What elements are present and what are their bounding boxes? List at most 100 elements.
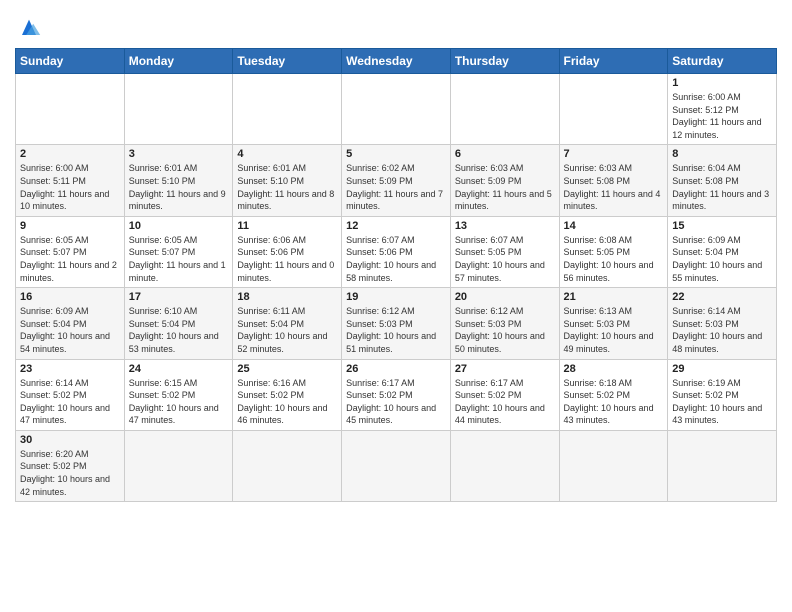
day-info: Sunrise: 6:16 AM Sunset: 5:02 PM Dayligh… bbox=[237, 377, 337, 427]
day-number: 23 bbox=[20, 363, 120, 375]
day-info: Sunrise: 6:05 AM Sunset: 5:07 PM Dayligh… bbox=[129, 234, 229, 284]
weekday-header-sunday: Sunday bbox=[16, 49, 125, 74]
calendar-cell: 25 Sunrise: 6:16 AM Sunset: 5:02 PM Dayli… bbox=[233, 359, 342, 430]
day-info: Sunrise: 6:11 AM Sunset: 5:04 PM Dayligh… bbox=[237, 305, 337, 355]
calendar-cell: 14Sunrise: 6:08 AM Sunset: 5:05 PM Dayli… bbox=[559, 216, 668, 287]
calendar-cell: 8 Sunrise: 6:04 AM Sunset: 5:08 PM Daylig… bbox=[668, 145, 777, 216]
day-info: Sunrise: 6:20 AM Sunset: 5:02 PM Dayligh… bbox=[20, 448, 120, 498]
calendar-cell: 15Sunrise: 6:09 AM Sunset: 5:04 PM Dayli… bbox=[668, 216, 777, 287]
calendar-cell: 7 Sunrise: 6:03 AM Sunset: 5:08 PM Daylig… bbox=[559, 145, 668, 216]
calendar-cell: 9 Sunrise: 6:05 AM Sunset: 5:07 PM Daylig… bbox=[16, 216, 125, 287]
day-number: 13 bbox=[455, 220, 555, 232]
day-number: 5 bbox=[346, 148, 446, 160]
calendar-cell: 6 Sunrise: 6:03 AM Sunset: 5:09 PM Daylig… bbox=[450, 145, 559, 216]
day-info: Sunrise: 6:13 AM Sunset: 5:03 PM Dayligh… bbox=[564, 305, 664, 355]
day-info: Sunrise: 6:10 AM Sunset: 5:04 PM Dayligh… bbox=[129, 305, 229, 355]
day-number: 17 bbox=[129, 291, 229, 303]
day-number: 4 bbox=[237, 148, 337, 160]
day-info: Sunrise: 6:01 AM Sunset: 5:10 PM Dayligh… bbox=[237, 162, 337, 212]
day-info: Sunrise: 6:07 AM Sunset: 5:05 PM Dayligh… bbox=[455, 234, 555, 284]
calendar-cell: 21 Sunrise: 6:13 AM Sunset: 5:03 PM Dayli… bbox=[559, 288, 668, 359]
day-number: 22 bbox=[672, 291, 772, 303]
day-number: 25 bbox=[237, 363, 337, 375]
day-info: Sunrise: 6:12 AM Sunset: 5:03 PM Dayligh… bbox=[455, 305, 555, 355]
day-number: 1 bbox=[672, 77, 772, 89]
calendar-cell: 2 Sunrise: 6:00 AM Sunset: 5:11 PM Daylig… bbox=[16, 145, 125, 216]
calendar-cell: 18 Sunrise: 6:11 AM Sunset: 5:04 PM Dayli… bbox=[233, 288, 342, 359]
calendar-cell: 16Sunrise: 6:09 AM Sunset: 5:04 PM Dayli… bbox=[16, 288, 125, 359]
day-number: 2 bbox=[20, 148, 120, 160]
calendar-cell bbox=[233, 74, 342, 145]
calendar: SundayMondayTuesdayWednesdayThursdayFrid… bbox=[15, 48, 777, 502]
calendar-cell: 30 Sunrise: 6:20 AM Sunset: 5:02 PM Dayli… bbox=[16, 430, 125, 501]
day-info: Sunrise: 6:12 AM Sunset: 5:03 PM Dayligh… bbox=[346, 305, 446, 355]
calendar-cell: 24Sunrise: 6:15 AM Sunset: 5:02 PM Dayli… bbox=[124, 359, 233, 430]
calendar-cell: 13 Sunrise: 6:07 AM Sunset: 5:05 PM Dayli… bbox=[450, 216, 559, 287]
day-number: 10 bbox=[129, 220, 229, 232]
calendar-cell: 5 Sunrise: 6:02 AM Sunset: 5:09 PM Daylig… bbox=[342, 145, 451, 216]
calendar-cell: 28Sunrise: 6:18 AM Sunset: 5:02 PM Dayli… bbox=[559, 359, 668, 430]
day-info: Sunrise: 6:01 AM Sunset: 5:10 PM Dayligh… bbox=[129, 162, 229, 212]
header bbox=[15, 10, 777, 42]
day-info: Sunrise: 6:09 AM Sunset: 5:04 PM Dayligh… bbox=[672, 234, 772, 284]
day-number: 11 bbox=[237, 220, 337, 232]
day-number: 21 bbox=[564, 291, 664, 303]
calendar-cell: 1 Sunrise: 6:00 AM Sunset: 5:12 PM Daylig… bbox=[668, 74, 777, 145]
calendar-cell bbox=[668, 430, 777, 501]
day-info: Sunrise: 6:18 AM Sunset: 5:02 PM Dayligh… bbox=[564, 377, 664, 427]
day-number: 16 bbox=[20, 291, 120, 303]
day-number: 14 bbox=[564, 220, 664, 232]
calendar-cell bbox=[559, 74, 668, 145]
calendar-cell bbox=[342, 74, 451, 145]
day-info: Sunrise: 6:03 AM Sunset: 5:09 PM Dayligh… bbox=[455, 162, 555, 212]
week-row-5: 30 Sunrise: 6:20 AM Sunset: 5:02 PM Dayli… bbox=[16, 430, 777, 501]
calendar-cell: 29Sunrise: 6:19 AM Sunset: 5:02 PM Dayli… bbox=[668, 359, 777, 430]
calendar-cell bbox=[342, 430, 451, 501]
day-number: 18 bbox=[237, 291, 337, 303]
day-info: Sunrise: 6:07 AM Sunset: 5:06 PM Dayligh… bbox=[346, 234, 446, 284]
calendar-cell: 17 Sunrise: 6:10 AM Sunset: 5:04 PM Dayli… bbox=[124, 288, 233, 359]
calendar-cell: 20 Sunrise: 6:12 AM Sunset: 5:03 PM Dayli… bbox=[450, 288, 559, 359]
day-number: 6 bbox=[455, 148, 555, 160]
day-number: 7 bbox=[564, 148, 664, 160]
calendar-cell bbox=[233, 430, 342, 501]
calendar-cell: 22Sunrise: 6:14 AM Sunset: 5:03 PM Dayli… bbox=[668, 288, 777, 359]
week-row-1: 2 Sunrise: 6:00 AM Sunset: 5:11 PM Daylig… bbox=[16, 145, 777, 216]
day-number: 20 bbox=[455, 291, 555, 303]
calendar-cell bbox=[16, 74, 125, 145]
calendar-cell: 23Sunrise: 6:14 AM Sunset: 5:02 PM Dayli… bbox=[16, 359, 125, 430]
calendar-cell: 11 Sunrise: 6:06 AM Sunset: 5:06 PM Dayli… bbox=[233, 216, 342, 287]
week-row-2: 9 Sunrise: 6:05 AM Sunset: 5:07 PM Daylig… bbox=[16, 216, 777, 287]
weekday-header-row: SundayMondayTuesdayWednesdayThursdayFrid… bbox=[16, 49, 777, 74]
day-info: Sunrise: 6:05 AM Sunset: 5:07 PM Dayligh… bbox=[20, 234, 120, 284]
day-info: Sunrise: 6:04 AM Sunset: 5:08 PM Dayligh… bbox=[672, 162, 772, 212]
calendar-cell bbox=[559, 430, 668, 501]
week-row-3: 16Sunrise: 6:09 AM Sunset: 5:04 PM Dayli… bbox=[16, 288, 777, 359]
day-number: 3 bbox=[129, 148, 229, 160]
day-number: 24 bbox=[129, 363, 229, 375]
day-number: 26 bbox=[346, 363, 446, 375]
calendar-cell bbox=[124, 74, 233, 145]
day-info: Sunrise: 6:17 AM Sunset: 5:02 PM Dayligh… bbox=[346, 377, 446, 427]
day-number: 30 bbox=[20, 434, 120, 446]
weekday-header-wednesday: Wednesday bbox=[342, 49, 451, 74]
day-info: Sunrise: 6:06 AM Sunset: 5:06 PM Dayligh… bbox=[237, 234, 337, 284]
day-info: Sunrise: 6:03 AM Sunset: 5:08 PM Dayligh… bbox=[564, 162, 664, 212]
calendar-cell: 27 Sunrise: 6:17 AM Sunset: 5:02 PM Dayli… bbox=[450, 359, 559, 430]
page: SundayMondayTuesdayWednesdayThursdayFrid… bbox=[0, 0, 792, 612]
day-info: Sunrise: 6:02 AM Sunset: 5:09 PM Dayligh… bbox=[346, 162, 446, 212]
day-number: 9 bbox=[20, 220, 120, 232]
week-row-0: 1 Sunrise: 6:00 AM Sunset: 5:12 PM Daylig… bbox=[16, 74, 777, 145]
day-info: Sunrise: 6:19 AM Sunset: 5:02 PM Dayligh… bbox=[672, 377, 772, 427]
weekday-header-saturday: Saturday bbox=[668, 49, 777, 74]
calendar-cell: 19Sunrise: 6:12 AM Sunset: 5:03 PM Dayli… bbox=[342, 288, 451, 359]
day-info: Sunrise: 6:00 AM Sunset: 5:11 PM Dayligh… bbox=[20, 162, 120, 212]
logo-icon bbox=[15, 14, 43, 42]
calendar-cell: 4 Sunrise: 6:01 AM Sunset: 5:10 PM Daylig… bbox=[233, 145, 342, 216]
day-info: Sunrise: 6:17 AM Sunset: 5:02 PM Dayligh… bbox=[455, 377, 555, 427]
day-number: 8 bbox=[672, 148, 772, 160]
calendar-cell: 12 Sunrise: 6:07 AM Sunset: 5:06 PM Dayli… bbox=[342, 216, 451, 287]
day-number: 27 bbox=[455, 363, 555, 375]
day-info: Sunrise: 6:00 AM Sunset: 5:12 PM Dayligh… bbox=[672, 91, 772, 141]
day-number: 12 bbox=[346, 220, 446, 232]
